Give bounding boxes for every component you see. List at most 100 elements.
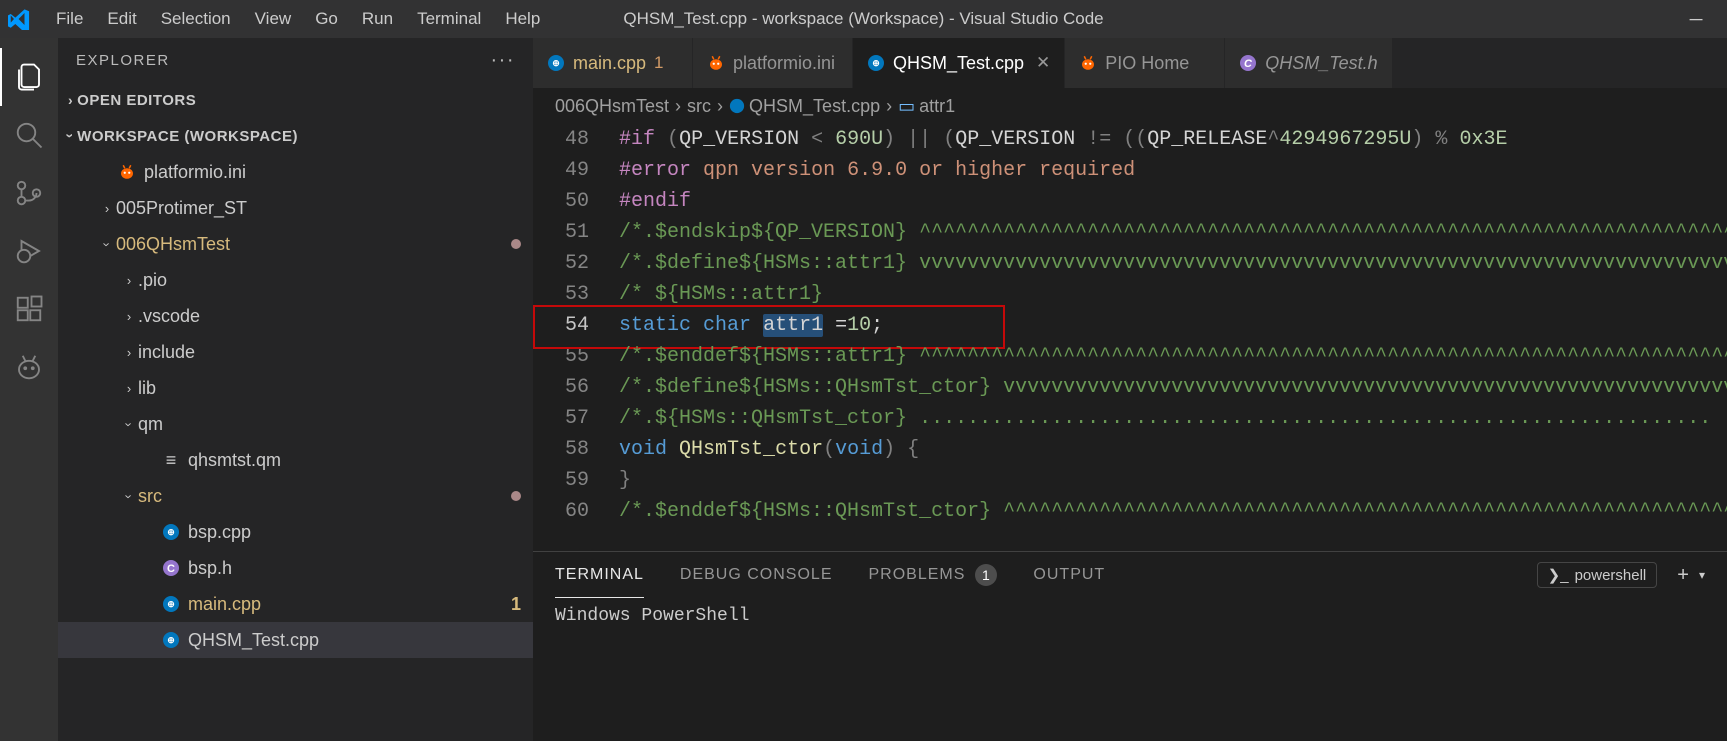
panel-tab-label: PROBLEMS [869,566,966,584]
tree-folder-include[interactable]: › include [58,334,533,370]
breadcrumb-item[interactable]: 006QHsmTest [555,96,669,117]
cpp-file-icon [729,98,745,114]
symbol-field-icon: ▭ [898,96,915,117]
activity-search[interactable] [0,106,58,164]
activity-scm[interactable] [0,164,58,222]
tree-file-qhsmtst-qm[interactable]: ≡ qhsmtst.qm [58,442,533,478]
menu-help[interactable]: Help [493,3,552,35]
activity-extensions[interactable] [0,280,58,338]
files-icon [14,62,44,92]
tree-folder-qm[interactable]: › qm [58,406,533,442]
menu-run[interactable]: Run [350,3,405,35]
tree-file-bsp-cpp[interactable]: ⊕ bsp.cpp [58,514,533,550]
tree-file-qhsm-test-cpp[interactable]: ⊕ QHSM_Test.cpp [58,622,533,658]
breadcrumbs[interactable]: 006QHsmTest › src › QHSM_Test.cpp › ▭ at… [533,88,1727,124]
chevron-down-icon: › [100,235,115,253]
open-editors-header[interactable]: › OPEN EDITORS [58,82,533,118]
platformio-file-icon [707,54,725,72]
menu-file[interactable]: File [44,3,95,35]
tab-label: PIO Home [1105,53,1189,74]
tree-label: .pio [138,270,521,291]
terminal-content[interactable]: Windows PowerShell [533,598,1727,634]
breadcrumb-item[interactable]: QHSM_Test.cpp [729,96,880,117]
new-terminal-button[interactable]: + [1677,564,1689,587]
workspace-label: WORKSPACE (WORKSPACE) [77,128,298,145]
line-number-gutter: 48495051525354555657585960 [533,124,619,551]
svg-text:C: C [167,563,175,575]
menu-edit[interactable]: Edit [95,3,148,35]
terminal-icon: ❯_ [1548,566,1569,584]
tree-label: bsp.h [188,558,521,579]
debug-icon [14,236,44,266]
svg-text:⊕: ⊕ [872,58,880,68]
tree-folder-qhsmtest[interactable]: › 006QHsmTest [58,226,533,262]
tree-file-main-cpp[interactable]: ⊕ main.cpp 1 [58,586,533,622]
panel-tab-debug[interactable]: DEBUG CONSOLE [680,552,833,598]
chevron-down-icon: › [122,487,137,505]
tab-qhsm-test-h[interactable]: C QHSM_Test.h [1225,38,1392,88]
modified-dot-icon [511,239,521,249]
minimize-button[interactable]: ─ [1673,0,1719,38]
menu-go[interactable]: Go [303,3,350,35]
chevron-right-icon: › [886,96,892,117]
terminal-dropdown-icon[interactable]: ▾ [1699,568,1705,582]
menu-selection[interactable]: Selection [149,3,243,35]
cpp-file-icon: ⊕ [160,521,182,543]
tree-folder-vscode[interactable]: › .vscode [58,298,533,334]
tree-file-bsp-h[interactable]: C bsp.h [58,550,533,586]
panel-tab-problems[interactable]: PROBLEMS 1 [869,552,998,598]
cpp-file-icon: ⊕ [547,54,565,72]
platformio-file-icon [116,161,138,183]
activity-debug[interactable] [0,222,58,280]
tab-label: platformio.ini [733,53,835,74]
tab-label: QHSM_Test.cpp [893,53,1024,74]
tree-folder-pio[interactable]: › .pio [58,262,533,298]
activity-platformio[interactable] [0,338,58,396]
chevron-down-icon: › [122,415,137,433]
workspace-header[interactable]: › WORKSPACE (WORKSPACE) [58,118,533,154]
tree-folder-src[interactable]: › src [58,478,533,514]
editor-area: ⊕ main.cpp 1 platformio.ini ⊕ QHSM_Test.… [533,38,1727,741]
menu-view[interactable]: View [243,3,304,35]
tab-pio-home[interactable]: PIO Home [1065,38,1225,88]
code-editor[interactable]: 48495051525354555657585960 #if (QP_VERSI… [533,124,1727,551]
tab-main-cpp[interactable]: ⊕ main.cpp 1 [533,38,693,88]
chevron-right-icon: › [68,92,73,108]
c-header-file-icon: C [1239,54,1257,72]
breadcrumb-item[interactable]: src [687,96,711,117]
terminal-line: Windows PowerShell [555,606,1705,626]
tree-folder-protimer[interactable]: › 005Protimer_ST [58,190,533,226]
tab-qhsm-test-cpp[interactable]: ⊕ QHSM_Test.cpp ✕ [853,38,1065,88]
tree-label: bsp.cpp [188,522,521,543]
tree-file-platformio-ini[interactable]: platformio.ini [58,154,533,190]
panel-tab-output[interactable]: OUTPUT [1033,552,1105,598]
titlebar: File Edit Selection View Go Run Terminal… [0,0,1727,38]
cpp-file-icon: ⊕ [160,593,182,615]
tree-label: src [138,486,511,507]
code-area[interactable]: #if (QP_VERSION < 690U) || (QP_VERSION !… [619,124,1727,551]
more-icon[interactable]: ··· [491,49,515,72]
tree-label: qm [138,414,521,435]
breadcrumb-item[interactable]: ▭ attr1 [898,96,955,117]
menu-terminal[interactable]: Terminal [405,3,493,35]
activity-explorer[interactable] [0,48,58,106]
sidebar-header: EXPLORER ··· [58,38,533,82]
tree-folder-lib[interactable]: › lib [58,370,533,406]
tree-label: qhsmtst.qm [188,450,521,471]
panel-tab-terminal[interactable]: TERMINAL [555,552,644,598]
close-icon[interactable]: ✕ [1036,53,1050,73]
platformio-file-icon [1079,54,1097,72]
file-tree: platformio.ini › 005Protimer_ST › 006QHs… [58,154,533,741]
tab-platformio-ini[interactable]: platformio.ini [693,38,853,88]
tree-label: 005Protimer_ST [116,198,521,219]
terminal-name: powershell [1575,567,1647,584]
tree-label: 006QHsmTest [116,234,511,255]
extensions-icon [14,294,44,324]
explorer-title: EXPLORER [76,52,170,69]
tree-label: main.cpp [188,594,505,615]
cpp-file-icon: ⊕ [867,54,885,72]
chevron-right-icon: › [675,96,681,117]
platformio-icon [14,352,44,382]
terminal-selector[interactable]: ❯_ powershell [1537,562,1658,588]
tabs-bar: ⊕ main.cpp 1 platformio.ini ⊕ QHSM_Test.… [533,38,1727,88]
